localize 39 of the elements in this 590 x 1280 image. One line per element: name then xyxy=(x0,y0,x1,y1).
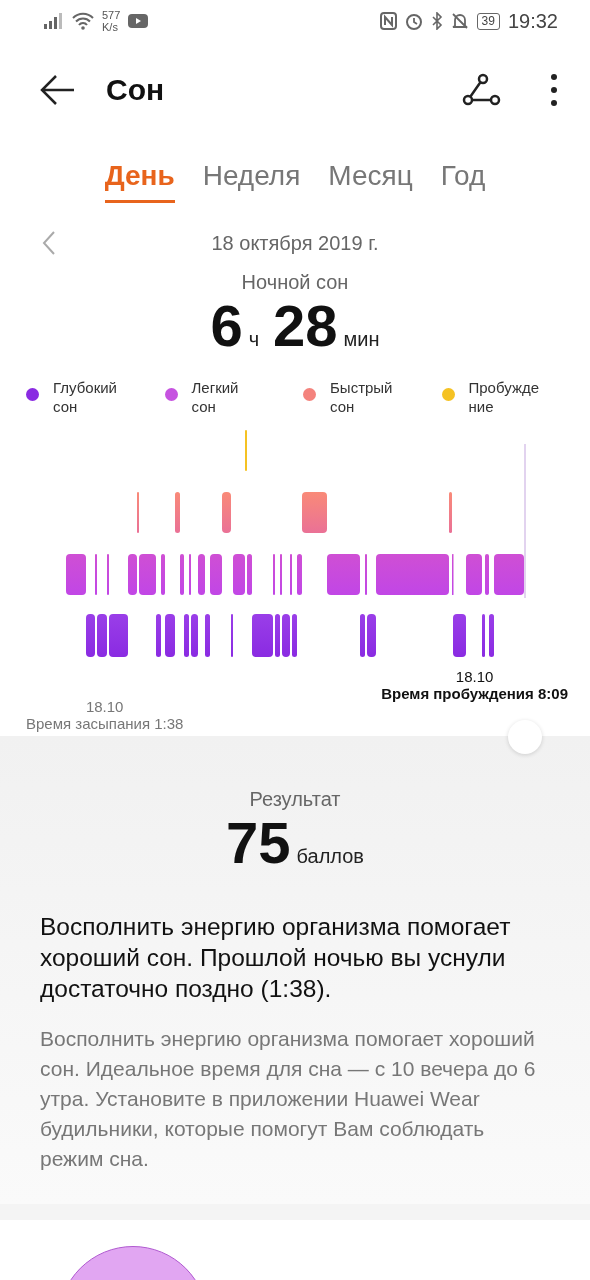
period-tab[interactable]: День xyxy=(104,160,175,203)
signal-icon xyxy=(44,13,64,29)
mute-icon xyxy=(450,12,469,30)
wifi-icon xyxy=(72,12,94,30)
wake-label: Время пробуждения 8:09 xyxy=(381,685,568,702)
result-label: Результат xyxy=(249,788,341,811)
period-tab[interactable]: Неделя xyxy=(202,160,301,203)
details-text: Восполнить энергию организма помогает хороший сон. Идеальное время для сна — с 10 вечера до 6 утра. Установите в приложении Huawei Wear будильники, которые помогут Вам соблюдать режим сна. xyxy=(40,1026,537,1172)
sleep-start-label: Время засыпания 1:38 xyxy=(26,715,184,732)
minutes-value: 28 xyxy=(273,294,338,358)
hours-value: 6 xyxy=(210,294,243,358)
slider-handle[interactable] xyxy=(508,720,542,754)
wake-date: 18.10 xyxy=(455,668,494,685)
minutes-unit: мин xyxy=(343,328,380,351)
legend-label: Быстрый сон xyxy=(330,378,394,416)
network-speed: 577 xyxy=(102,9,121,21)
period-tab[interactable]: Год xyxy=(440,160,486,203)
legend-label: Глубокий сон xyxy=(53,378,118,416)
score-unit: баллов xyxy=(296,845,364,868)
share-button[interactable] xyxy=(462,73,502,107)
sleep-start-date: 18.10 xyxy=(85,698,124,715)
date-label: 18 октября 2019 г. xyxy=(211,231,379,255)
clock-time: 19:32 xyxy=(507,9,558,33)
bluetooth-icon xyxy=(430,12,443,30)
play-icon xyxy=(128,14,149,28)
legend-label: Пробужде ние xyxy=(468,378,541,416)
speed-unit: K/s xyxy=(102,21,119,33)
score-value: 75 xyxy=(226,811,291,875)
legend-label: Легкий сон xyxy=(191,378,240,416)
hours-unit: ч xyxy=(248,328,260,351)
menu-button[interactable] xyxy=(550,73,558,107)
period-tab[interactable]: Месяц xyxy=(328,160,413,203)
battery-level: 39 xyxy=(476,12,500,30)
back-button[interactable] xyxy=(40,74,76,106)
alarm-icon xyxy=(404,12,423,30)
screen-title: Сон xyxy=(106,73,165,107)
advice-text: Восполнить энергию организма помогает хороший сон. Прошлой ночью вы уснули достаточно поздно (1:38). xyxy=(40,912,512,1004)
summary-label: Ночной сон xyxy=(241,271,349,294)
nfc-icon xyxy=(379,12,397,30)
